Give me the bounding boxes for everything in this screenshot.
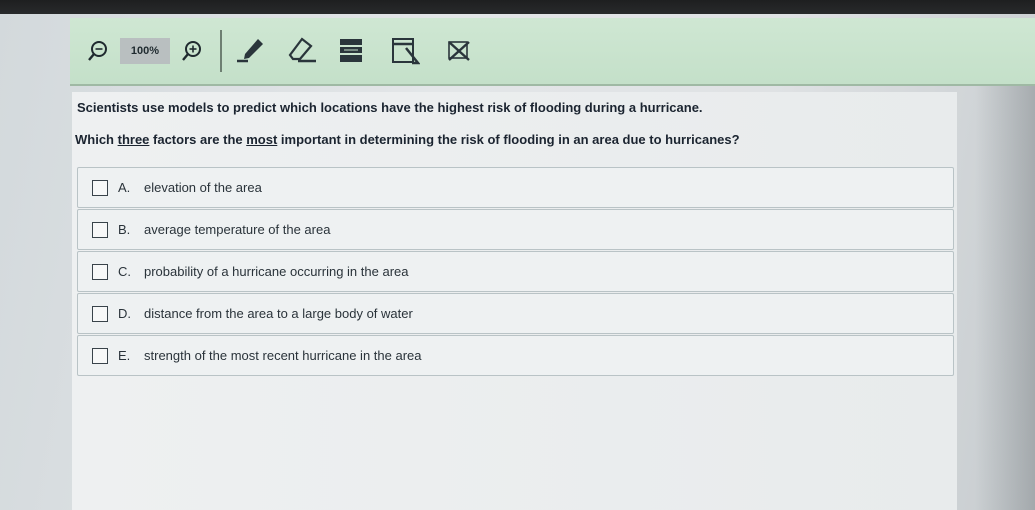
question-prompt: Which three factors are the most importa…: [75, 132, 740, 147]
pen-icon[interactable]: [236, 36, 268, 69]
option-letter: A.: [118, 180, 131, 195]
option-letter: D.: [118, 306, 131, 321]
option-c[interactable]: C. probability of a hurricane occurring …: [77, 251, 954, 292]
option-text: strength of the most recent hurricane in…: [144, 348, 422, 363]
checkbox[interactable]: [92, 347, 108, 364]
zoom-in-icon[interactable]: [182, 40, 202, 67]
option-text: probability of a hurricane occurring in …: [144, 264, 409, 279]
zoom-out-icon[interactable]: [88, 40, 108, 67]
checkbox[interactable]: [92, 263, 108, 280]
option-letter: B.: [118, 222, 131, 237]
option-text: elevation of the area: [144, 180, 262, 195]
option-letter: E.: [118, 348, 131, 363]
option-text: average temperature of the area: [144, 222, 331, 237]
checkbox[interactable]: [92, 221, 108, 238]
option-d[interactable]: D. distance from the area to a large bod…: [77, 293, 954, 334]
notepad-icon[interactable]: [390, 36, 421, 71]
option-text: distance from the area to a large body o…: [144, 306, 413, 321]
screen-shade: [975, 40, 1035, 510]
prompt-text-2: factors are the: [149, 132, 247, 147]
question-panel: Scientists use models to predict which l…: [72, 92, 957, 510]
option-e[interactable]: E. strength of the most recent hurricane…: [77, 335, 954, 376]
toolbar: 100%: [70, 18, 1035, 86]
checkbox[interactable]: [92, 179, 108, 196]
checkbox[interactable]: [92, 305, 108, 322]
eraser-icon[interactable]: [286, 36, 318, 69]
line-reader-icon[interactable]: [338, 38, 364, 69]
prompt-text-3: important in determining the risk of flo…: [277, 132, 740, 147]
question-stem: Scientists use models to predict which l…: [77, 100, 703, 115]
answer-options: A. elevation of the area B. average temp…: [77, 167, 954, 377]
prompt-emphasis-three: three: [117, 132, 150, 147]
option-letter: C.: [118, 264, 131, 279]
option-a[interactable]: A. elevation of the area: [77, 167, 954, 208]
prompt-text-1: Which: [75, 132, 118, 147]
prompt-emphasis-most: most: [246, 132, 278, 147]
answer-eliminator-icon[interactable]: [446, 38, 472, 69]
option-b[interactable]: B. average temperature of the area: [77, 209, 954, 250]
toolbar-divider: [220, 30, 222, 72]
zoom-level: 100%: [120, 38, 170, 64]
